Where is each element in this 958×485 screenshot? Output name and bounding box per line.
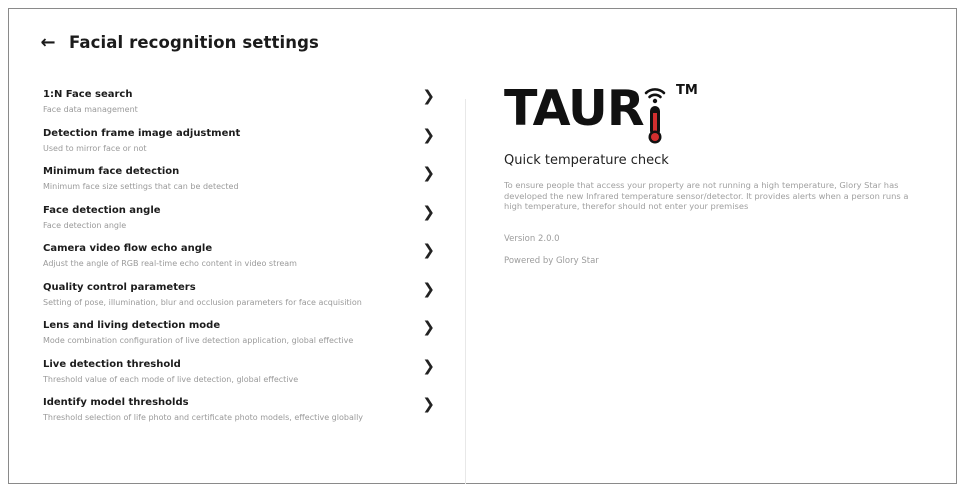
product-subtitle: Quick temperature check [504,153,669,168]
chevron-right-icon: ❯ [422,202,435,221]
settings-item-subtitle: Minimum face size settings that can be d… [43,182,239,191]
chevron-right-icon: ❯ [422,164,435,182]
chevron-right-icon: ❯ [422,125,435,144]
settings-item-live-threshold[interactable]: Live detection threshold Threshold value… [43,356,435,398]
settings-item-subtitle: Threshold selection of life photo and ce… [43,413,364,422]
settings-item-title: Detection frame image adjustment [43,127,241,139]
settings-item-title: Lens and living detection mode [43,320,221,331]
product-description: To ensure people that access your proper… [504,180,909,211]
chevron-right-icon: ❯ [422,395,435,413]
settings-list: 1:N Face search Face data management ❯ D… [43,89,435,436]
about-panel: TAUR TM Quick temperature check To ensur… [504,79,934,266]
chevron-right-icon: ❯ [422,241,435,259]
settings-item-title: Live detection threshold [43,358,181,370]
settings-item-title: 1:N Face search [43,89,133,100]
settings-item-model-thresholds[interactable]: Identify model thresholds Threshold sele… [43,397,435,436]
chevron-right-icon: ❯ [422,279,435,298]
chevron-right-icon: ❯ [422,318,435,336]
settings-item-quality-control[interactable]: Quality control parameters Setting of po… [43,279,435,321]
settings-item-living-detection-mode[interactable]: Lens and living detection mode Mode comb… [43,320,435,359]
logo-text: TAUR [504,80,645,137]
page-header: ← Facial recognition settings [39,32,319,53]
settings-item-face-search[interactable]: 1:N Face search Face data management ❯ [43,89,435,128]
settings-item-subtitle: Setting of pose, illumination, blur and … [43,297,362,307]
settings-item-detection-frame[interactable]: Detection frame image adjustment Used to… [43,125,435,167]
chevron-right-icon: ❯ [422,87,435,105]
settings-item-title: Face detection angle [43,204,161,216]
trademark-mark: TM [676,83,698,98]
settings-item-subtitle: Adjust the angle of RGB real-time echo c… [43,259,297,268]
settings-item-title: Identify model thresholds [43,397,189,408]
column-divider [465,99,466,484]
version-label: Version 2.0.0 [504,233,560,244]
settings-item-echo-angle[interactable]: Camera video flow echo angle Adjust the … [43,243,435,282]
tauri-logo: TAUR TM [504,79,934,149]
back-button[interactable]: ← [39,32,57,53]
settings-item-subtitle: Face detection angle [43,220,127,230]
settings-item-title: Camera video flow echo angle [43,243,213,254]
settings-item-title: Minimum face detection [43,166,180,177]
settings-window: ← Facial recognition settings 1:N Face s… [8,8,957,484]
chevron-right-icon: ❯ [422,356,435,375]
settings-item-face-angle[interactable]: Face detection angle Face detection angl… [43,202,435,244]
page-title: Facial recognition settings [69,33,319,52]
settings-item-subtitle: Used to mirror face or not [43,143,147,153]
thermometer-wifi-icon [644,88,666,144]
settings-item-minimum-face[interactable]: Minimum face detection Minimum face size… [43,166,435,205]
settings-item-subtitle: Mode combination configuration of live d… [43,336,354,345]
settings-item-title: Quality control parameters [43,281,196,293]
settings-item-subtitle: Threshold value of each mode of live det… [43,374,299,384]
settings-item-subtitle: Face data management [43,105,138,114]
arrow-left-icon: ← [40,32,56,53]
powered-by-label: Powered by Glory Star [504,255,599,266]
